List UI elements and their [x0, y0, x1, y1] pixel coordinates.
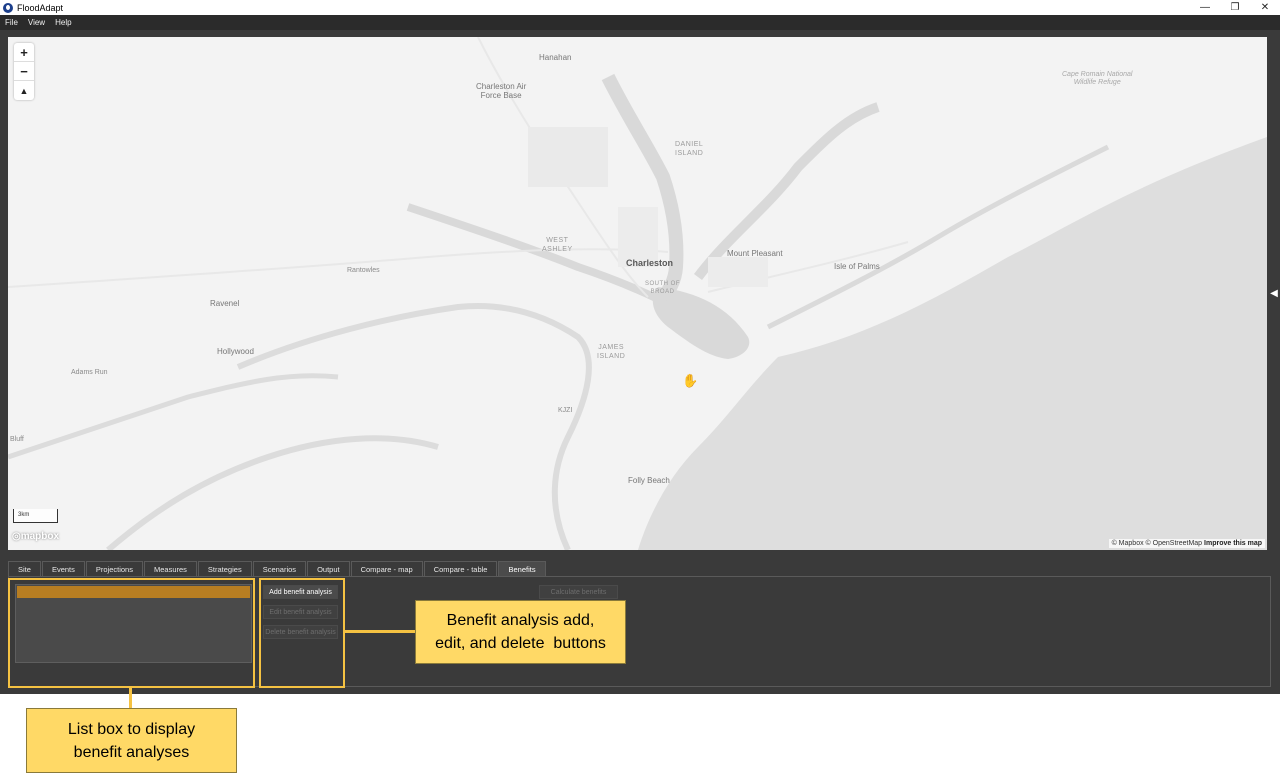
- window-controls: — ❐ ✕: [1190, 0, 1280, 15]
- map-label-bluff: Bluff: [10, 436, 24, 443]
- tab-measures[interactable]: Measures: [143, 561, 197, 576]
- map-label-folly-beach: Folly Beach: [628, 476, 670, 485]
- close-icon[interactable]: ✕: [1250, 0, 1280, 15]
- zoom-in-button[interactable]: +: [14, 43, 34, 62]
- side-panel-toggle-icon[interactable]: ◀: [1268, 285, 1280, 301]
- map-label-south-of-broad: SOUTH OF BROAD: [645, 281, 680, 295]
- menu-view[interactable]: View: [23, 18, 50, 27]
- tab-projections[interactable]: Projections: [85, 561, 143, 576]
- map-label-hollywood: Hollywood: [217, 347, 254, 356]
- tab-events[interactable]: Events: [41, 561, 85, 576]
- zoom-control: + − ▲: [14, 43, 34, 100]
- listbox-callout-connector: [129, 688, 132, 709]
- tab-compare-map[interactable]: Compare - map: [350, 561, 423, 576]
- map-label-charleston-afb: Charleston Air Force Base: [476, 82, 527, 100]
- zoom-out-button[interactable]: −: [14, 62, 34, 81]
- tab-benefits[interactable]: Benefits: [498, 561, 546, 576]
- map-view[interactable]: Hanahan Charleston Air Force Base DANIEL…: [8, 37, 1267, 550]
- floodadapt-window: FloodAdapt — ❐ ✕ File View Help Hanahan …: [0, 0, 1280, 775]
- buttons-callout-connector: [345, 630, 416, 633]
- minimize-icon[interactable]: —: [1190, 0, 1220, 15]
- map-label-west-ashley: WEST ASHLEY: [542, 237, 573, 253]
- map-label-isle-of-palms: Isle of Palms: [834, 262, 880, 271]
- menu-bar: File View Help: [0, 15, 1280, 30]
- main-tabs: Site Events Projections Measures Strateg…: [8, 561, 547, 576]
- hand-cursor-icon: ✋: [682, 373, 699, 388]
- map-label-daniel-island: DANIEL ISLAND: [675, 141, 704, 157]
- tab-strategies[interactable]: Strategies: [197, 561, 252, 576]
- attribution-osm-link[interactable]: © OpenStreetMap: [1146, 540, 1203, 547]
- buttons-highlight: [259, 578, 345, 688]
- menu-file[interactable]: File: [0, 18, 23, 27]
- title-bar: FloodAdapt — ❐ ✕: [0, 0, 1280, 15]
- listbox-callout: List box to display benefit analyses: [26, 708, 237, 773]
- map-label-rantowles: Rantowles: [347, 267, 380, 274]
- attribution-mapbox-link[interactable]: © Mapbox: [1112, 540, 1144, 547]
- tab-output[interactable]: Output: [307, 561, 350, 576]
- map-scale-bar: 3km: [13, 509, 58, 523]
- map-canvas: [8, 37, 1267, 550]
- calculate-benefits-button[interactable]: Calculate benefits: [539, 585, 618, 599]
- tab-scenarios[interactable]: Scenarios: [252, 561, 307, 576]
- menu-help[interactable]: Help: [50, 18, 76, 27]
- window-title: FloodAdapt: [17, 2, 64, 13]
- tab-compare-table[interactable]: Compare - table: [423, 561, 498, 576]
- map-label-charleston: Charleston: [626, 258, 674, 268]
- buttons-callout: Benefit analysis add, edit, and delete b…: [415, 600, 626, 664]
- map-label-ravenel: Ravenel: [210, 299, 240, 308]
- map-label-kjzi: KJZI: [558, 407, 573, 414]
- map-label-cape-romain: Cape Romain National Wildlife Refuge: [1062, 71, 1133, 86]
- listbox-highlight: [8, 578, 255, 688]
- mapbox-logo[interactable]: ◎mapbox: [12, 531, 59, 542]
- floodadapt-logo-icon: [3, 2, 13, 13]
- map-label-mount-pleasant: Mount Pleasant: [727, 249, 783, 258]
- maximize-icon[interactable]: ❐: [1220, 0, 1250, 15]
- compass-icon[interactable]: ▲: [14, 81, 34, 100]
- map-label-james-island: JAMES ISLAND: [597, 344, 626, 360]
- tab-site[interactable]: Site: [8, 561, 41, 576]
- map-label-hanahan: Hanahan: [539, 53, 572, 62]
- improve-map-link[interactable]: Improve this map: [1204, 540, 1262, 547]
- map-attribution: © Mapbox © OpenStreetMap Improve this ma…: [1108, 539, 1265, 548]
- map-label-adams-run: Adams Run: [71, 369, 108, 376]
